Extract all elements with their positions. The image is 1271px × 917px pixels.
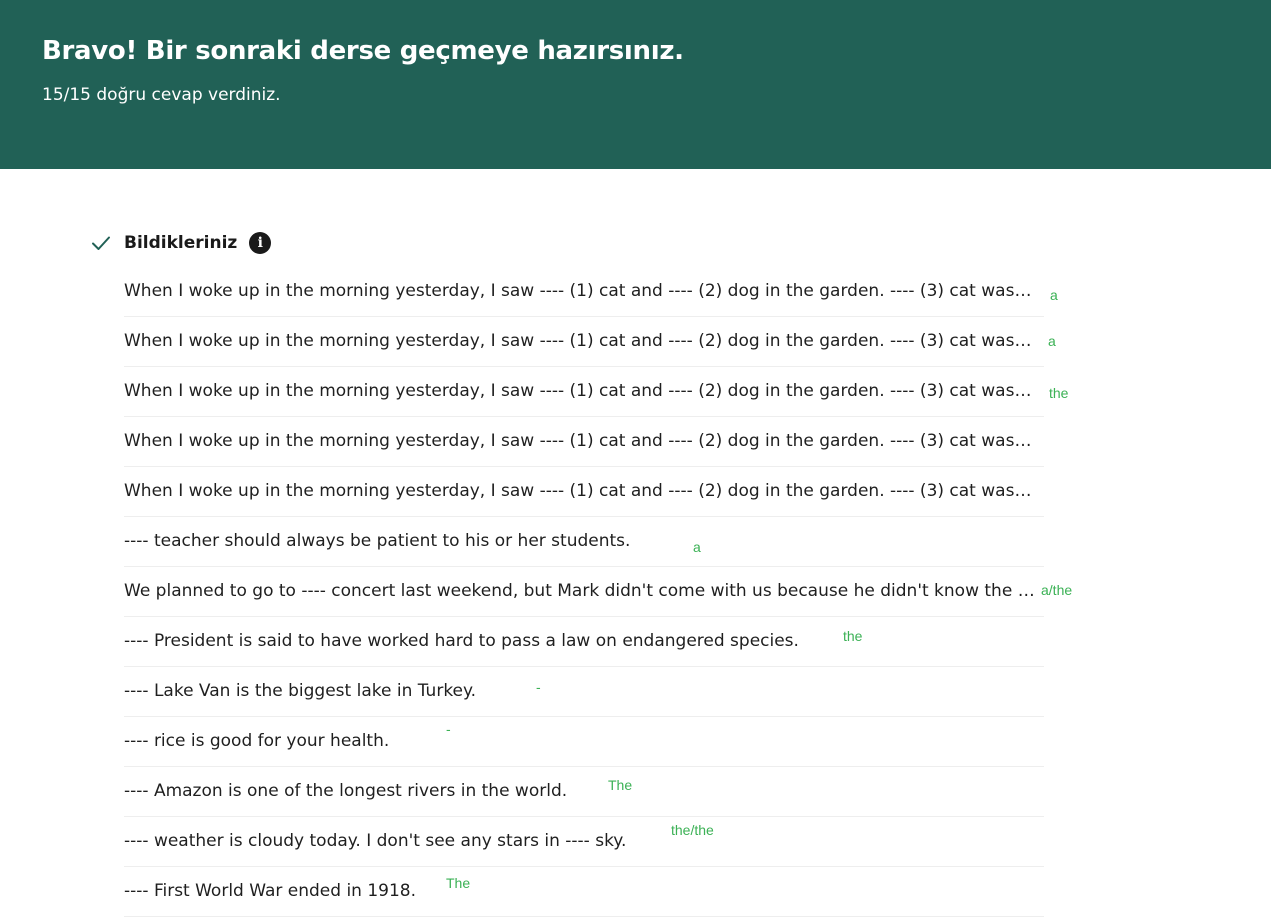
answer-annotation: the bbox=[843, 628, 863, 644]
answer-annotation: a bbox=[1048, 333, 1056, 349]
question-text: ---- First World War ended in 1918. bbox=[124, 881, 417, 901]
question-text: When I woke up in the morning yesterday,… bbox=[124, 431, 1036, 451]
answer-annotation: The bbox=[608, 777, 633, 793]
answer-annotation: a/the bbox=[1041, 582, 1073, 598]
question-text: ---- Lake Van is the biggest lake in Tur… bbox=[124, 681, 477, 701]
result-title: Bravo! Bir sonraki derse geçmeye hazırsı… bbox=[42, 36, 684, 66]
question-text: When I woke up in the morning yesterday,… bbox=[124, 381, 1036, 401]
check-icon bbox=[92, 236, 110, 250]
answer-annotation: - bbox=[536, 679, 541, 695]
answer-annotation: a bbox=[1050, 287, 1058, 303]
question-text: When I woke up in the morning yesterday,… bbox=[124, 481, 1036, 501]
question-text: ---- teacher should always be patient to… bbox=[124, 531, 631, 551]
result-banner: Bravo! Bir sonraki derse geçmeye hazırsı… bbox=[0, 0, 1271, 169]
question-row[interactable]: When I woke up in the morning yesterday,… bbox=[124, 317, 1044, 367]
score-text: 15/15 doğru cevap verdiniz. bbox=[42, 85, 281, 105]
question-text: ---- Amazon is one of the longest rivers… bbox=[124, 781, 568, 801]
question-text: ---- weather is cloudy today. I don't se… bbox=[124, 831, 627, 851]
question-row[interactable]: When I woke up in the morning yesterday,… bbox=[124, 467, 1044, 517]
question-row[interactable]: When I woke up in the morning yesterday,… bbox=[124, 367, 1044, 417]
question-text: When I woke up in the morning yesterday,… bbox=[124, 281, 1036, 301]
question-row[interactable]: ---- teacher should always be patient to… bbox=[124, 517, 1044, 567]
answer-annotation: a bbox=[693, 539, 701, 555]
question-list: When I woke up in the morning yesterday,… bbox=[124, 267, 1044, 917]
section-title: Bildikleriniz bbox=[124, 233, 238, 253]
answer-annotation: the bbox=[1049, 385, 1069, 401]
answer-annotation: The bbox=[446, 875, 471, 891]
answer-annotation: - bbox=[446, 721, 451, 737]
question-text: ---- President is said to have worked ha… bbox=[124, 631, 799, 651]
question-row[interactable]: ---- rice is good for your health. bbox=[124, 717, 1044, 767]
question-row[interactable]: ---- President is said to have worked ha… bbox=[124, 617, 1044, 667]
question-row[interactable]: We planned to go to ---- concert last we… bbox=[124, 567, 1044, 617]
question-text: When I woke up in the morning yesterday,… bbox=[124, 331, 1036, 351]
question-row[interactable]: ---- First World War ended in 1918. bbox=[124, 867, 1044, 917]
question-text: ---- rice is good for your health. bbox=[124, 731, 390, 751]
question-row[interactable]: When I woke up in the morning yesterday,… bbox=[124, 417, 1044, 467]
question-text: We planned to go to ---- concert last we… bbox=[124, 581, 1036, 601]
info-icon[interactable]: i bbox=[249, 232, 272, 254]
question-row[interactable]: ---- Lake Van is the biggest lake in Tur… bbox=[124, 667, 1044, 717]
question-row[interactable]: ---- Amazon is one of the longest rivers… bbox=[124, 767, 1044, 817]
question-row[interactable]: ---- weather is cloudy today. I don't se… bbox=[124, 817, 1044, 867]
question-row[interactable]: When I woke up in the morning yesterday,… bbox=[124, 267, 1044, 317]
answer-annotation: the/the bbox=[671, 822, 714, 838]
known-section-header: Bildikleriniz i bbox=[90, 230, 272, 256]
